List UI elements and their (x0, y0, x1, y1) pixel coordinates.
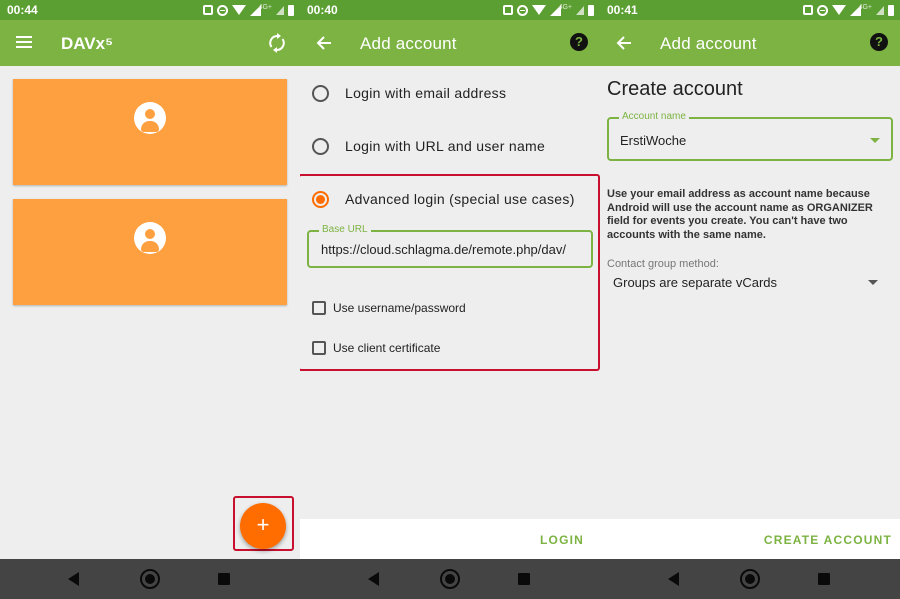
option-label: Login with email address (345, 85, 507, 101)
vibrate-icon (202, 5, 213, 15)
app-title: DAVx⁵ (61, 34, 114, 53)
status-time: 00:40 (307, 3, 338, 17)
option-label: Advanced login (special use cases) (345, 191, 575, 207)
login-button[interactable]: LOGIN (540, 533, 584, 547)
network-type-label: 4G+ (258, 3, 272, 11)
back-arrow-icon[interactable] (614, 33, 634, 53)
account-card[interactable] (13, 79, 287, 185)
checkbox[interactable] (312, 301, 326, 315)
page-title: Add account (360, 34, 457, 53)
chevron-down-icon[interactable] (868, 280, 878, 285)
base-url-input[interactable]: https://cloud.schlagma.de/remote.php/dav… (321, 242, 566, 257)
nav-back-icon[interactable] (668, 572, 679, 586)
status-bar: 00:44 4G+ (0, 0, 300, 20)
status-bar: 00:41 4G+ (600, 0, 900, 20)
create-account-heading: Create account (607, 78, 743, 100)
radio-button[interactable] (312, 85, 329, 102)
network-type-label: 4G+ (558, 3, 572, 11)
nav-back-icon[interactable] (68, 572, 79, 586)
vibrate-icon (502, 5, 513, 15)
status-bar: 00:40 4G+ (300, 0, 600, 20)
checkbox-label: Use client certificate (333, 341, 441, 355)
base-url-label: Base URL (319, 224, 371, 235)
account-circle-icon (134, 222, 166, 254)
nav-home-icon[interactable] (740, 569, 760, 589)
account-name-label: Account name (619, 111, 689, 122)
option-advanced-login[interactable]: Advanced login (special use cases) (300, 179, 600, 219)
status-time: 00:41 (607, 3, 638, 17)
app-bar: DAVx⁵ (0, 20, 300, 66)
hamburger-menu-icon[interactable] (16, 36, 32, 48)
help-icon[interactable]: ? (570, 33, 588, 51)
bottom-action-bar: LOGIN (300, 519, 600, 559)
page-title: Add account (660, 34, 757, 53)
add-account-fab[interactable]: + (240, 503, 286, 549)
nav-recents-icon[interactable] (518, 573, 530, 585)
app-bar: Add account ? (600, 20, 900, 66)
account-circle-icon (134, 102, 166, 134)
account-name-input[interactable]: ErstiWoche (620, 133, 686, 148)
system-nav-bar (600, 559, 900, 599)
bottom-action-bar: CREATE ACCOUNT (600, 519, 900, 559)
login-options: Login with email address Login with URL … (300, 66, 600, 559)
account-name-field[interactable]: Account name ErstiWoche (607, 111, 893, 161)
contact-group-select[interactable]: Groups are separate vCards (613, 275, 777, 290)
signal-secondary-icon (276, 5, 284, 15)
sync-icon[interactable] (268, 33, 286, 53)
system-nav-bar (300, 559, 600, 599)
signal-secondary-icon (576, 5, 584, 15)
option-email-login[interactable]: Login with email address (300, 73, 600, 113)
battery-icon (288, 4, 294, 16)
screen-add-account-create: 00:41 4G+ Add account ? Create account A… (600, 0, 900, 599)
nav-recents-icon[interactable] (818, 573, 830, 585)
radio-button-selected[interactable] (312, 191, 329, 208)
battery-icon (588, 4, 594, 16)
nav-home-icon[interactable] (440, 569, 460, 589)
wifi-icon (531, 5, 546, 15)
nav-home-icon[interactable] (140, 569, 160, 589)
status-icons: 4G+ (502, 3, 594, 17)
wifi-icon (831, 5, 846, 15)
nav-back-icon[interactable] (368, 572, 379, 586)
checkbox[interactable] (312, 341, 326, 355)
status-time: 00:44 (7, 3, 38, 17)
help-icon[interactable]: ? (870, 33, 888, 51)
nav-recents-icon[interactable] (218, 573, 230, 585)
do-not-disturb-icon (816, 4, 828, 16)
use-client-certificate-option[interactable]: Use client certificate (312, 339, 592, 359)
account-name-hint: Use your email address as account name b… (607, 188, 873, 241)
network-type-label: 4G+ (858, 3, 872, 11)
use-username-password-option[interactable]: Use username/password (312, 299, 592, 319)
checkbox-label: Use username/password (333, 301, 466, 315)
radio-button[interactable] (312, 138, 329, 155)
option-label: Login with URL and user name (345, 138, 546, 154)
contact-group-label: Contact group method: (607, 258, 719, 270)
account-card[interactable] (13, 199, 287, 305)
back-arrow-icon[interactable] (314, 33, 334, 53)
system-nav-bar (0, 559, 300, 599)
create-account-button[interactable]: CREATE ACCOUNT (764, 533, 892, 547)
status-icons: 4G+ (202, 3, 294, 17)
status-icons: 4G+ (802, 3, 894, 17)
option-url-login[interactable]: Login with URL and user name (300, 126, 600, 166)
app-bar: Add account ? (300, 20, 600, 66)
wifi-icon (231, 5, 246, 15)
do-not-disturb-icon (216, 4, 228, 16)
battery-icon (888, 4, 894, 16)
signal-secondary-icon (876, 5, 884, 15)
vibrate-icon (802, 5, 813, 15)
base-url-field[interactable]: Base URL https://cloud.schlagma.de/remot… (307, 224, 593, 268)
screen-account-list: 00:44 4G+ DAVx⁵ + (0, 0, 300, 599)
screen-add-account-login: 00:40 4G+ Add account ? Login with email… (300, 0, 600, 599)
create-account-form: Create account Account name ErstiWoche U… (600, 66, 900, 559)
do-not-disturb-icon (516, 4, 528, 16)
chevron-down-icon[interactable] (870, 138, 880, 143)
account-list: + (0, 66, 300, 551)
